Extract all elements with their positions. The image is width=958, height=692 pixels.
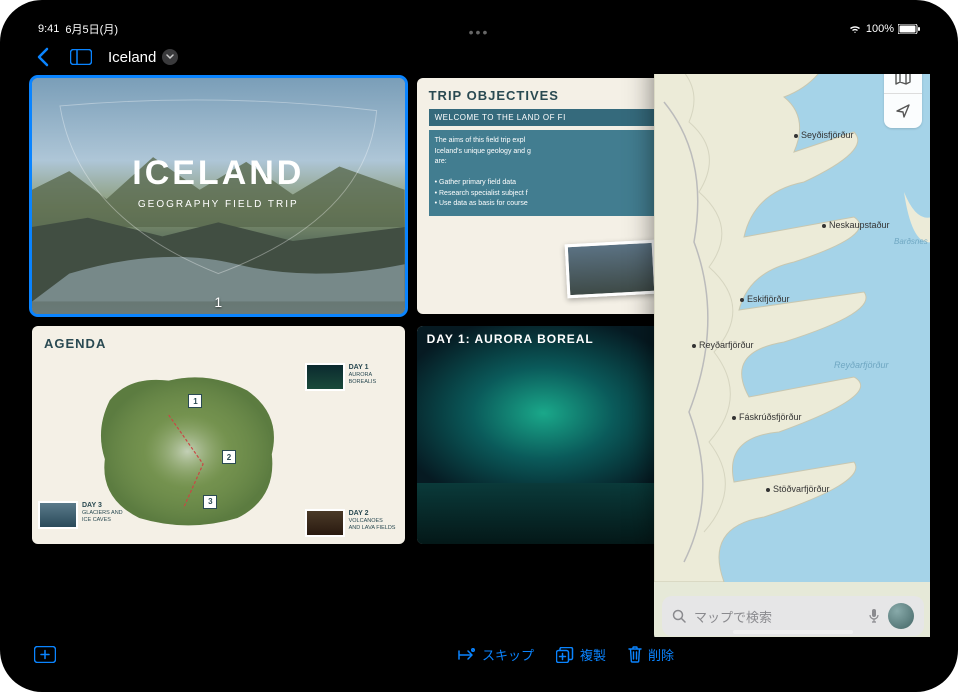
agenda-card-day1: DAY 1AURORA BOREALIS [305, 363, 399, 391]
sidebar-toggle-icon[interactable] [70, 46, 92, 68]
maps-slideover-panel[interactable]: Seyðisfjörður Neskaupstaður Eskifjörður … [654, 74, 930, 637]
bottom-toolbar: スキップ 複製 削除 [28, 637, 680, 672]
slide-number: 1 [214, 294, 222, 310]
home-indicator[interactable] [733, 630, 853, 634]
map-label-faskrud: Fáskrúðsfjörður [732, 412, 802, 422]
delete-button[interactable]: 削除 [628, 645, 674, 664]
wifi-icon [848, 24, 862, 34]
document-title[interactable]: Iceland [108, 49, 178, 66]
avatar[interactable] [888, 603, 914, 629]
slide-3[interactable]: AGENDA 1 2 3 DAY 1AURORA BOREALIS [32, 326, 405, 544]
agenda-marker-1: 1 [188, 394, 202, 408]
slide-4-heading: DAY 1: AURORA BOREAL [427, 332, 594, 346]
slide-2-heading: TRIP OBJECTIVES [429, 88, 658, 103]
document-title-text: Iceland [108, 49, 156, 66]
battery-icon [898, 24, 920, 34]
ipad-frame: 9:41 6月5日(月) 100% ••• Iceland [0, 0, 958, 692]
add-slide-button[interactable] [34, 646, 56, 663]
map-label-reydar: Reyðarfjörður [692, 340, 754, 350]
multitask-dots-icon[interactable]: ••• [469, 24, 490, 40]
slide-2[interactable]: TRIP OBJECTIVES WELCOME TO THE LAND OF F… [417, 78, 670, 314]
slide-4[interactable]: DAY 1: AURORA BOREAL [417, 326, 670, 544]
status-time: 9:41 [38, 23, 59, 35]
map-canvas[interactable]: Seyðisfjörður Neskaupstaður Eskifjörður … [654, 74, 930, 588]
battery-text: 100% [866, 23, 894, 35]
map-label-stodvar: Stöðvarfjörður [766, 484, 830, 494]
agenda-marker-2: 2 [222, 450, 236, 464]
skip-button[interactable]: スキップ [456, 645, 534, 664]
map-mode-icon[interactable] [884, 74, 922, 94]
map-label-seydis: Seyðisfjörður [794, 130, 854, 140]
main-area: ICELAND GEOGRAPHY FIELD TRIP 1 TRIP OBJE… [28, 74, 930, 637]
slide-2-photo [565, 240, 658, 299]
slide-1-title: ICELAND GEOGRAPHY FIELD TRIP [132, 154, 304, 210]
slide-1[interactable]: ICELAND GEOGRAPHY FIELD TRIP 1 [32, 78, 405, 314]
map-label-neskaup: Neskaupstaður [822, 220, 890, 230]
chevron-down-icon [162, 49, 178, 65]
search-placeholder: マップで検索 [694, 607, 860, 626]
back-button[interactable] [32, 46, 54, 68]
map-controls [884, 74, 922, 128]
search-icon [672, 609, 686, 623]
map-label-bardsnes: Barðsnes [894, 237, 928, 246]
locate-icon[interactable] [884, 94, 922, 128]
agenda-marker-3: 3 [203, 495, 217, 509]
status-date: 6月5日(月) [65, 21, 118, 37]
slide-3-body: 1 2 3 DAY 1AURORA BOREALIS DAY 2VOLCANOE… [32, 361, 405, 544]
agenda-card-day2: DAY 2VOLCANOES AND LAVA FIELDS [305, 509, 399, 537]
slide-2-welcome: WELCOME TO THE LAND OF FI [429, 109, 658, 126]
mic-icon[interactable] [868, 608, 880, 624]
map-label-sea: Reyðarfjörður [834, 360, 889, 370]
map-label-eskif: Eskifjörður [740, 294, 790, 304]
toolbar: Iceland [28, 38, 930, 74]
slide-2-aims: The aims of this field trip expl Iceland… [429, 130, 658, 216]
slide-4-horizon [417, 483, 670, 544]
slide-3-heading: AGENDA [44, 336, 393, 351]
duplicate-button[interactable]: 複製 [556, 645, 606, 664]
agenda-card-day3: DAY 3GLACIERS AND ICE CAVES [38, 501, 132, 529]
